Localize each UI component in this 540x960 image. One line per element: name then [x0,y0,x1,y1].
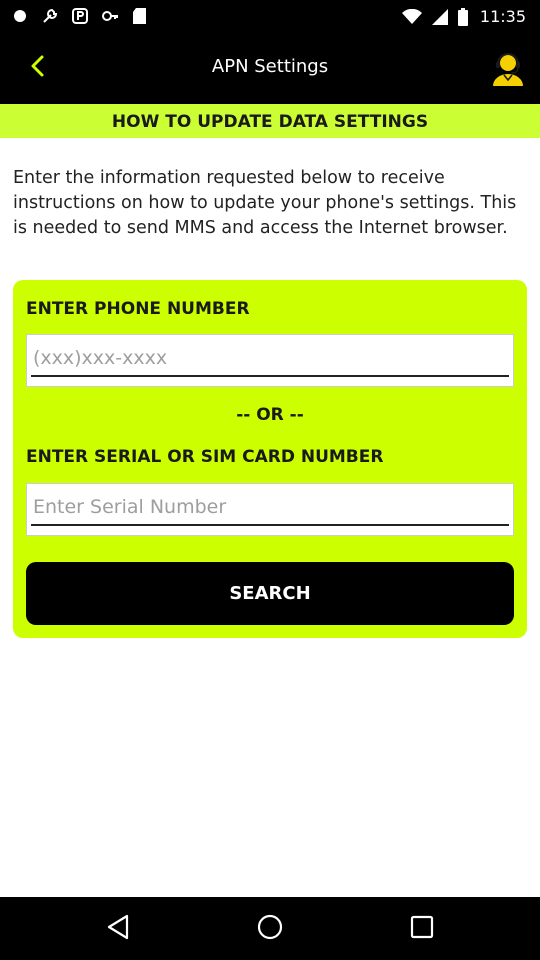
serial-number-field-box [26,483,514,536]
support-agent-icon [490,53,526,91]
nav-back-button[interactable] [104,914,132,945]
phone-number-input[interactable] [31,341,509,377]
signal-p-icon [70,6,90,26]
wrench-icon [40,6,60,26]
nav-home-icon [256,913,284,946]
section-banner: HOW TO UPDATE DATA SETTINGS [0,104,540,138]
wifi-icon [402,8,422,30]
nav-home-button[interactable] [256,913,284,946]
intro-text: Enter the information requested below to… [13,168,517,238]
phone-number-label: ENTER PHONE NUMBER [26,299,250,319]
nav-recents-button[interactable] [408,915,436,943]
nav-back-icon [106,914,130,945]
search-button[interactable]: SEARCH [26,562,514,625]
key-icon [100,6,120,26]
serial-number-label: ENTER SERIAL OR SIM CARD NUMBER [26,447,384,467]
cell-signal-icon [432,9,448,30]
page-title: APN Settings [211,56,329,77]
status-right-icons [402,8,468,31]
status-bar: 11:35 [0,0,540,32]
app-bar: APN Settings [0,32,540,104]
serial-number-input[interactable] [31,490,509,526]
support-button[interactable] [490,49,526,87]
system-nav-bar [0,897,540,960]
nav-recents-icon [410,915,434,944]
or-divider: -- OR -- [236,405,304,425]
status-left-icons [10,6,150,26]
sd-card-icon [130,6,150,26]
notification-dot-icon [10,6,30,26]
phone-number-field-box [26,334,514,387]
lookup-form: ENTER PHONE NUMBER -- OR -- ENTER SERIAL… [13,280,527,638]
status-time: 11:35 [479,7,526,26]
battery-icon [458,8,468,31]
